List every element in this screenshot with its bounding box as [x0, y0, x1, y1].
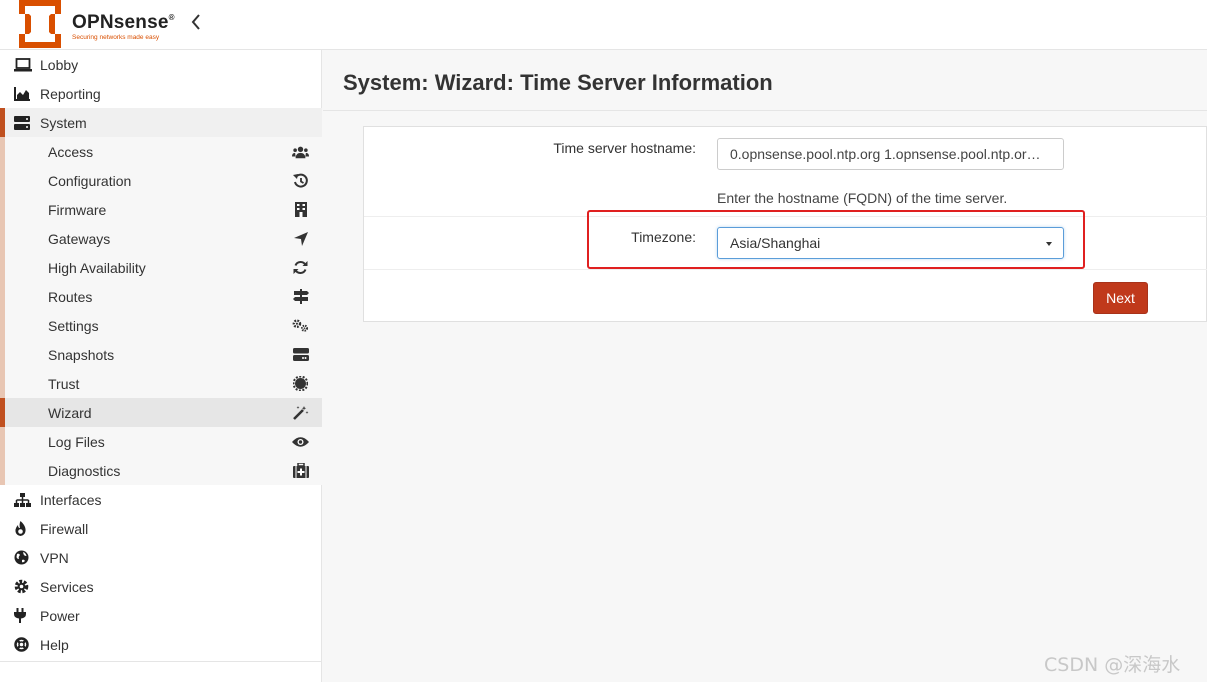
sidebar-item-label: VPN — [40, 549, 69, 566]
sidebar-item-label: High Availability — [48, 259, 146, 276]
sidebar-item-snapshots[interactable]: Snapshots — [0, 340, 322, 369]
sidebar-item-label: Settings — [48, 317, 99, 334]
sitemap-icon — [14, 492, 38, 507]
top-bar: OPNsense® Securing networks made easy — [0, 0, 1207, 50]
brand-name[interactable]: OPNsense® — [72, 12, 175, 34]
laptop-icon — [14, 57, 38, 72]
location-arrow-icon — [292, 231, 309, 246]
trademark: ® — [168, 13, 175, 22]
opnsense-logo-icon[interactable] — [15, 0, 65, 48]
title-divider — [323, 110, 1207, 111]
chevron-left-icon[interactable] — [190, 12, 202, 37]
sidebar-item-wizard[interactable]: Wizard — [0, 398, 322, 427]
medkit-icon — [292, 463, 309, 478]
sidebar-item-trust[interactable]: Trust — [0, 369, 322, 398]
sidebar-item-reporting[interactable]: Reporting — [0, 79, 322, 108]
sidebar-item-label: Wizard — [48, 404, 92, 421]
sidebar-item-label: Snapshots — [48, 346, 115, 363]
sidebar-item-label: Log Files — [48, 433, 105, 450]
certificate-icon — [292, 376, 309, 391]
sidebar-item-high-availability[interactable]: High Availability — [0, 253, 322, 282]
sidebar-item-label: Diagnostics — [48, 462, 121, 479]
eye-icon — [292, 434, 309, 449]
refresh-icon — [292, 260, 309, 275]
sidebar-item-gateways[interactable]: Gateways — [0, 224, 322, 253]
sidebar-item-vpn[interactable]: VPN — [0, 543, 322, 572]
sidebar-item-label: Configuration — [48, 172, 132, 189]
sidebar-item-firmware[interactable]: Firmware — [0, 195, 322, 224]
cogs-icon — [292, 318, 309, 333]
sidebar-item-label: Services — [40, 578, 94, 595]
sidebar-item-log-files[interactable]: Log Files — [0, 427, 322, 456]
map-signs-icon — [292, 289, 309, 304]
cog-icon — [14, 579, 38, 594]
brand-tagline: Securing networks made easy — [72, 34, 160, 41]
sidebar-item-label: Routes — [48, 288, 93, 305]
sidebar: Lobby Reporting System Access Configurat… — [0, 50, 322, 682]
life-ring-icon — [14, 637, 38, 652]
history-icon — [292, 173, 309, 188]
sidebar-item-settings[interactable]: Settings — [0, 311, 322, 340]
globe-icon — [14, 550, 38, 565]
building-icon — [292, 202, 309, 217]
users-icon — [292, 144, 309, 159]
brand-text: OPNsense — [72, 12, 169, 33]
sidebar-item-label: Gateways — [48, 230, 111, 247]
time-server-label: Time server hostname: — [553, 140, 696, 156]
magic-wand-icon — [292, 405, 309, 420]
row-divider — [364, 269, 1207, 270]
sidebar-item-diagnostics[interactable]: Diagnostics — [0, 456, 322, 485]
sidebar-item-configuration[interactable]: Configuration — [0, 166, 322, 195]
sidebar-item-label: Firmware — [48, 201, 107, 218]
sidebar-item-label: Firewall — [40, 520, 89, 537]
sidebar-item-label: Trust — [48, 375, 80, 392]
sidebar-item-label: Interfaces — [40, 491, 102, 508]
sidebar-item-lobby[interactable]: Lobby — [0, 50, 322, 79]
server-icon — [14, 115, 38, 130]
hdd-icon — [292, 347, 309, 362]
sidebar-item-label: Help — [40, 636, 69, 653]
plug-icon — [14, 608, 38, 623]
main-content: System: Wizard: Time Server Information … — [323, 50, 1207, 682]
page-title: System: Wizard: Time Server Information — [343, 70, 773, 95]
next-button[interactable]: Next — [1093, 282, 1148, 314]
sidebar-divider — [0, 661, 322, 662]
annotation-highlight-box — [587, 210, 1085, 269]
time-server-input[interactable]: 0.opnsense.pool.ntp.org 1.opnsense.pool.… — [717, 138, 1064, 170]
sidebar-item-routes[interactable]: Routes — [0, 282, 322, 311]
sidebar-item-label: Power — [40, 607, 80, 624]
sidebar-item-label: System — [40, 114, 87, 131]
sidebar-item-services[interactable]: Services — [0, 572, 322, 601]
sidebar-item-label: Lobby — [40, 56, 79, 73]
sidebar-item-help[interactable]: Help — [0, 630, 322, 659]
watermark: CSDN @深海水 — [1044, 654, 1181, 676]
sidebar-item-system[interactable]: System — [0, 108, 322, 137]
sidebar-item-label: Access — [48, 143, 94, 160]
time-server-help: Enter the hostname (FQDN) of the time se… — [717, 190, 1008, 206]
sidebar-item-label: Reporting — [40, 85, 101, 102]
fire-icon — [14, 521, 38, 536]
sidebar-item-firewall[interactable]: Firewall — [0, 514, 322, 543]
wizard-form-panel: Time server hostname: 0.opnsense.pool.nt… — [363, 126, 1207, 322]
sidebar-item-access[interactable]: Access — [0, 137, 322, 166]
sidebar-item-power[interactable]: Power — [0, 601, 322, 630]
area-chart-icon — [14, 86, 38, 101]
sidebar-item-interfaces[interactable]: Interfaces — [0, 485, 322, 514]
